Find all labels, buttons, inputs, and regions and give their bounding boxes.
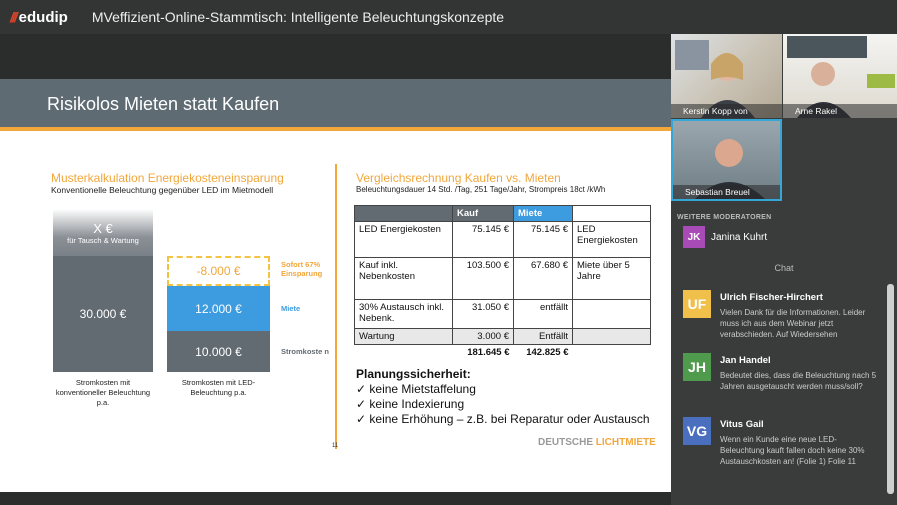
table-row: LED Energiekosten 75.145 € 75.145 € LED …: [354, 221, 651, 258]
table-cell: [572, 328, 651, 345]
chat-text: Wenn ein Kunde eine neue LED-Beleuchtung…: [720, 435, 865, 466]
left-chart-title: Musterkalkulation Energiekosteneinsparun…: [51, 171, 284, 185]
table-cell: 3.000 €: [452, 328, 514, 345]
moderator-name: Janina Kuhrt: [711, 232, 768, 243]
right-table-title: Vergleichsrechnung Kaufen vs. Mieten: [356, 171, 561, 185]
table-header-row: Kauf Miete: [354, 205, 651, 222]
table-row: Kauf inkl. Nebenkosten 103.500 € 67.680 …: [354, 257, 651, 300]
bar-rent: 12.000 €: [167, 286, 270, 331]
label-sofort-savings: Sofort 67% Einsparung: [281, 260, 323, 278]
left-chart-subtitle: Konventionelle Beleuchtung gegenüber LED…: [51, 185, 274, 195]
slide-page-number: 11: [332, 443, 339, 449]
table-cell: 67.680 €: [513, 257, 573, 300]
video-tile-active[interactable]: Sebastian Breuel: [671, 119, 782, 201]
brand-logo: DEUTSCHE LICHTMIETE: [538, 437, 656, 448]
comparison-table: Kauf Miete LED Energiekosten 75.145 € 75…: [354, 205, 651, 360]
bar-led-cost: 10.000 €: [167, 331, 270, 372]
slide-divider: [335, 164, 337, 449]
chat-author: Jan Handel: [720, 355, 771, 366]
sum-kauf: 181.645 €: [467, 347, 510, 358]
label-stromkosten: Stromkoste n: [281, 347, 329, 356]
caption-conventional: Stromkosten mit konventioneller Beleucht…: [55, 378, 151, 407]
bar-savings: -8.000 €: [167, 256, 270, 286]
sum-miete: 142.825 €: [526, 347, 569, 358]
plan-item: ✓ keine Indexierung: [356, 397, 465, 411]
table-cell: 30% Austausch inkl. Nebenk.: [354, 299, 453, 329]
video-tile[interactable]: Arne Rakel: [783, 34, 897, 118]
table-cell: 75.145 €: [452, 221, 514, 258]
presentation-stage: Risikolos Mieten statt Kaufen Musterkalk…: [0, 34, 671, 505]
bar-conventional-cost: 30.000 €: [53, 256, 153, 372]
plan-item: ✓ keine Mietstaffelung: [356, 382, 476, 396]
table-header-kauf: Kauf: [452, 205, 514, 222]
side-panel: Kerstin Kopp von MVe... Arne Rakel Sebas…: [671, 34, 897, 505]
chat-text: Bedeutet dies, dass die Beleuchtung nach…: [720, 371, 877, 391]
right-table-subtitle: Beleuchtungsdauer 14 Std. /Tag, 251 Tage…: [356, 185, 606, 194]
table-cell: LED Energiekosten: [354, 221, 453, 258]
video-name: Arne Rakel: [783, 104, 897, 118]
table-header-cell: [572, 205, 651, 222]
logo-text: edudip: [18, 8, 68, 26]
planning-title: Planungssicherheit:: [356, 367, 471, 381]
table-sum-row: 181.645 € 142.825 €: [355, 345, 651, 361]
table-cell: Kauf inkl. Nebenkosten: [354, 257, 453, 300]
table-cell: 75.145 €: [513, 221, 573, 258]
brand-text-b: LICHTMIETE: [595, 437, 656, 448]
table-cell: [573, 345, 651, 361]
table-cell: Wartung: [354, 328, 453, 345]
chat-label: Chat: [774, 263, 794, 273]
chat-author: Ulrich Fischer-Hirchert: [720, 292, 823, 303]
table-cell: 31.050 €: [452, 299, 514, 329]
table-cell: [572, 299, 651, 329]
table-cell: [355, 345, 453, 361]
edudip-logo[interactable]: ///edudip: [10, 9, 68, 26]
chat-scrollbar[interactable]: [887, 284, 894, 494]
video-tile[interactable]: Kerstin Kopp von MVe...: [671, 34, 782, 118]
bar-x-sublabel: für Tausch & Wartung: [67, 235, 139, 245]
table-header-miete: Miete: [513, 205, 573, 222]
caption-led: Stromkosten mit LED-Beleuchtung p.a.: [181, 378, 256, 397]
table-cell: LED Energiekosten: [572, 221, 651, 258]
table-cell: 103.500 €: [452, 257, 514, 300]
label-miete: Miete: [281, 304, 301, 313]
plan-item: ✓ keine Erhöhung – z.B. bei Reparatur od…: [356, 412, 650, 426]
avatar: VG: [683, 417, 711, 445]
table-cell: Entfällt: [513, 328, 573, 345]
video-name: Kerstin Kopp von MVe...: [671, 104, 782, 118]
avatar: UF: [683, 290, 711, 318]
video-name: Sebastian Breuel: [673, 185, 780, 199]
top-bar: ///edudip MVeffizient-Online-Stammtisch:…: [0, 0, 897, 34]
brand-text-a: DEUTSCHE: [538, 437, 596, 448]
bar-replacement-cost: X € für Tausch & Wartung: [53, 209, 153, 256]
chat-text: Vielen Dank für die Informationen. Leide…: [720, 308, 866, 339]
slide-title: Risikolos Mieten statt Kaufen: [47, 94, 280, 114]
bar-x-label: X €: [93, 220, 113, 236]
moderators-label: WEITERE MODERATOREN: [677, 214, 772, 221]
avatar: JH: [683, 353, 711, 381]
table-cell: Miete über 5 Jahre: [572, 257, 651, 300]
slide: Risikolos Mieten statt Kaufen Musterkalk…: [0, 79, 671, 492]
webinar-title: MVeffizient-Online-Stammtisch: Intellige…: [91, 9, 505, 25]
table-cell: entfällt: [513, 299, 573, 329]
table-row: Wartung 3.000 € Entfällt: [354, 328, 651, 345]
logo-mark-icon: ///: [10, 9, 18, 25]
avatar: JK: [683, 226, 705, 248]
table-row: 30% Austausch inkl. Nebenk. 31.050 € ent…: [354, 299, 651, 329]
table-header-cell: [354, 205, 453, 222]
chat-author: Vitus Gail: [720, 419, 764, 430]
slide-header: Risikolos Mieten statt Kaufen: [0, 79, 671, 131]
